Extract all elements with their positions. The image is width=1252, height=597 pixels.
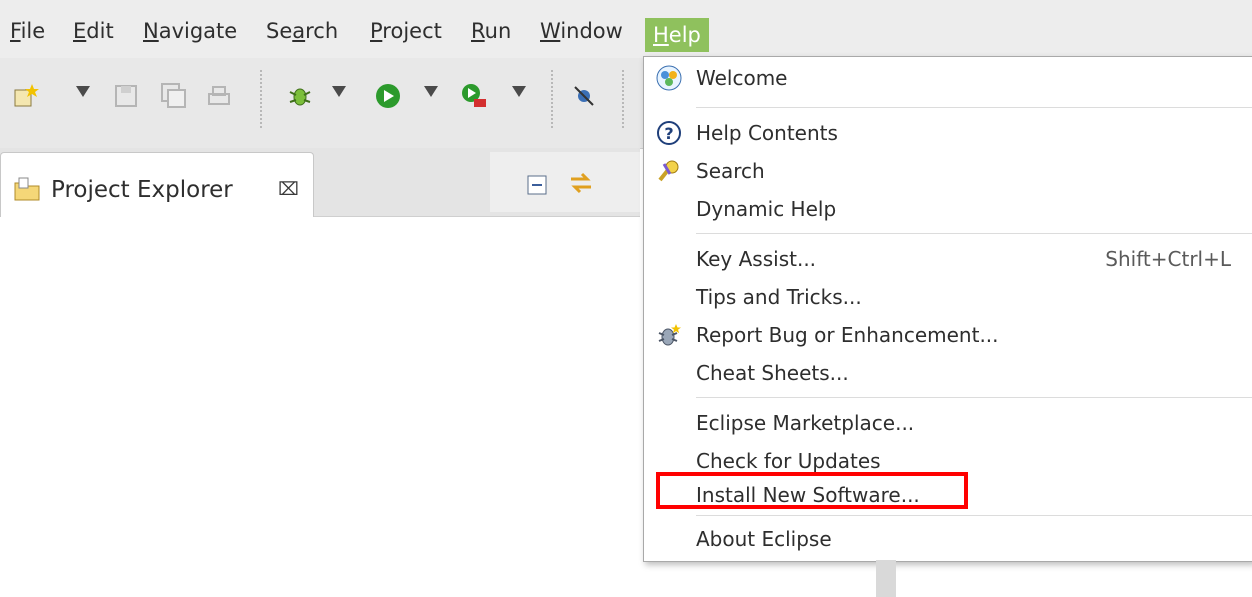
menu-item-welcome-label: Welcome bbox=[696, 66, 788, 90]
menu-search-rest: rch bbox=[305, 19, 339, 43]
menu-item-cheat-sheets-label: Cheat Sheets... bbox=[696, 361, 849, 385]
toolbar-separator-3 bbox=[622, 70, 624, 130]
menu-file[interactable]: File bbox=[6, 18, 49, 44]
project-explorer-icon bbox=[14, 177, 40, 201]
menu-item-tips-and-tricks[interactable]: Tips and Tricks... bbox=[644, 279, 1252, 315]
menu-help-mnemonic: H bbox=[653, 23, 669, 47]
debug-dropdown-arrow[interactable] bbox=[332, 86, 346, 97]
menu-item-marketplace-label: Eclipse Marketplace... bbox=[696, 411, 915, 435]
menu-run[interactable]: Run bbox=[467, 18, 515, 44]
menu-item-about[interactable]: About Eclipse bbox=[644, 521, 1252, 557]
menu-item-report-bug[interactable]: Report Bug or Enhancement... bbox=[644, 317, 1252, 353]
menu-edit-mnemonic: E bbox=[73, 19, 87, 43]
tab-project-explorer[interactable]: Project Explorer ⌧ bbox=[0, 152, 314, 217]
toolbar-separator-2 bbox=[551, 70, 553, 130]
debug-icon[interactable] bbox=[286, 82, 314, 110]
menu-item-dynamic-help[interactable]: Dynamic Help bbox=[644, 191, 1252, 227]
menu-item-welcome[interactable]: Welcome bbox=[644, 60, 1252, 96]
menu-separator bbox=[696, 515, 1252, 516]
run-dropdown-arrow[interactable] bbox=[424, 86, 438, 97]
menu-item-report-bug-label: Report Bug or Enhancement... bbox=[696, 323, 999, 347]
new-dropdown-arrow[interactable] bbox=[76, 86, 90, 97]
menu-item-marketplace[interactable]: Eclipse Marketplace... bbox=[644, 405, 1252, 441]
menu-search[interactable]: Search bbox=[262, 18, 342, 44]
save-icon[interactable] bbox=[112, 82, 140, 110]
menu-search-mnemonic: a bbox=[292, 19, 306, 43]
welcome-icon bbox=[656, 65, 682, 91]
external-tools-icon[interactable] bbox=[460, 82, 488, 110]
menu-separator bbox=[696, 233, 1252, 234]
menu-window[interactable]: Window bbox=[536, 18, 627, 44]
menu-item-search[interactable]: Search bbox=[644, 153, 1252, 189]
new-icon[interactable] bbox=[12, 82, 40, 110]
menu-window-mnemonic: W bbox=[540, 19, 561, 43]
skip-breakpoints-icon[interactable] bbox=[570, 82, 598, 110]
menu-help-rest: elp bbox=[668, 23, 701, 47]
save-all-icon[interactable] bbox=[160, 82, 188, 110]
menu-item-search-label: Search bbox=[696, 159, 765, 183]
collapse-all-icon[interactable] bbox=[526, 174, 548, 196]
menu-search-pre: Se bbox=[266, 19, 293, 43]
menu-item-key-assist[interactable]: Key Assist... Shift+Ctrl+L bbox=[644, 241, 1252, 277]
link-with-editor-icon[interactable] bbox=[568, 170, 594, 196]
menu-item-tips-and-tricks-label: Tips and Tricks... bbox=[696, 285, 862, 309]
run-icon[interactable] bbox=[374, 82, 402, 110]
menu-item-dynamic-help-label: Dynamic Help bbox=[696, 197, 837, 221]
highlight-box bbox=[656, 472, 968, 509]
help-contents-icon: ? bbox=[657, 121, 681, 145]
menu-run-mnemonic: R bbox=[471, 19, 485, 43]
menu-separator bbox=[696, 107, 1252, 108]
menu-file-rest: ile bbox=[20, 19, 46, 43]
menu-project-rest: roject bbox=[382, 19, 442, 43]
menu-file-mnemonic: F bbox=[10, 19, 21, 43]
menu-item-help-contents-label: Help Contents bbox=[696, 121, 838, 145]
menu-edit-rest: dit bbox=[86, 19, 114, 43]
menu-separator bbox=[696, 397, 1252, 398]
menu-navigate-mnemonic: N bbox=[143, 19, 159, 43]
menu-item-help-contents[interactable]: ? Help Contents bbox=[644, 115, 1252, 151]
menu-run-rest: un bbox=[484, 19, 512, 43]
menu-item-check-updates-label: Check for Updates bbox=[696, 449, 881, 473]
menu-project-mnemonic: P bbox=[370, 19, 383, 43]
toolbar-separator bbox=[260, 70, 262, 130]
menu-item-cheat-sheets[interactable]: Cheat Sheets... bbox=[644, 355, 1252, 391]
view-toolbar bbox=[490, 152, 640, 212]
menu-project[interactable]: Project bbox=[366, 18, 446, 44]
external-tools-dropdown-arrow[interactable] bbox=[512, 86, 526, 97]
menu-help[interactable]: Help bbox=[645, 18, 709, 52]
menu-edit[interactable]: Edit bbox=[69, 18, 118, 44]
close-icon[interactable]: ⌧ bbox=[278, 179, 299, 200]
menu-item-about-label: About Eclipse bbox=[696, 527, 832, 551]
key-assist-shortcut: Shift+Ctrl+L bbox=[1105, 247, 1231, 271]
print-icon[interactable] bbox=[205, 82, 233, 110]
search-icon bbox=[658, 160, 679, 182]
menu-item-key-assist-label: Key Assist... bbox=[696, 247, 817, 271]
report-bug-icon bbox=[658, 324, 681, 346]
menu-navigate-rest: avigate bbox=[158, 19, 238, 43]
background-scrollbar bbox=[876, 560, 896, 597]
menu-window-rest: indow bbox=[560, 19, 623, 43]
svg-text:?: ? bbox=[664, 124, 673, 143]
menu-navigate[interactable]: Navigate bbox=[139, 18, 241, 44]
project-explorer-title: Project Explorer bbox=[51, 177, 233, 203]
